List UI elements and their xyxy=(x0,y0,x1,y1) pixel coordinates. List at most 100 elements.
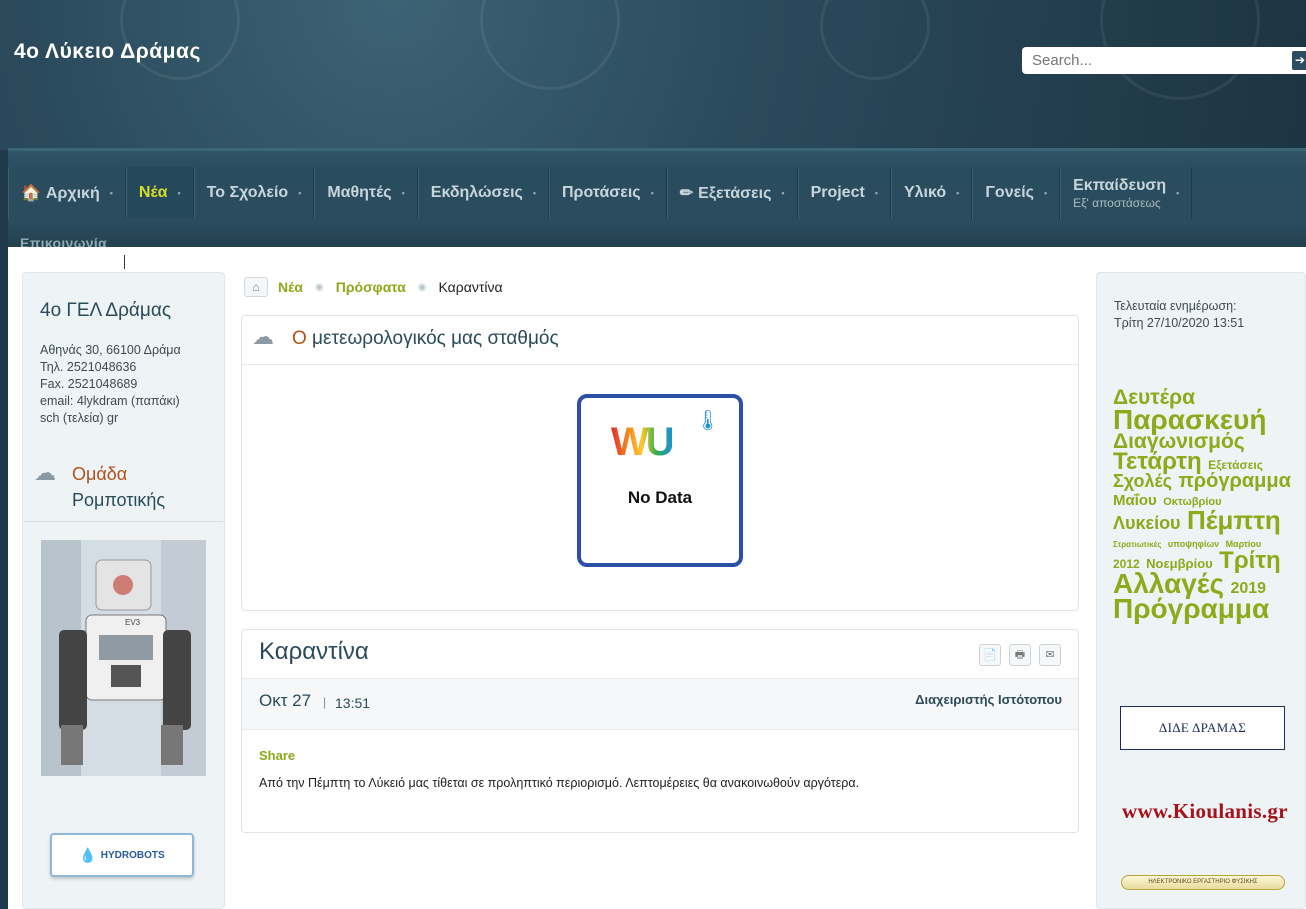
tag-link[interactable]: Πέμπτη xyxy=(1187,505,1281,535)
phone-line: Τηλ. 2521048636 xyxy=(40,360,137,374)
weather-title: Ο μετεωρολογικός μας σταθμός xyxy=(292,328,559,350)
dropdown-dot-icon: • xyxy=(177,188,181,198)
last-update-value: Τρίτη 27/10/2020 13:51 xyxy=(1114,316,1245,330)
pencil-icon: ✏ xyxy=(679,185,694,202)
tag-link[interactable]: Στρατιωτικές xyxy=(1113,540,1161,549)
article-title[interactable]: Καραντίνα xyxy=(259,638,369,666)
nav-item-9[interactable]: Γονείς • xyxy=(972,167,1061,219)
nav-item-7[interactable]: Project • xyxy=(797,167,891,219)
nav-item-content: Το Σχολείο xyxy=(207,184,289,202)
tag-link[interactable]: Πρόγραμμα xyxy=(1113,593,1269,624)
nav-item-2[interactable]: Το Σχολείο • xyxy=(193,167,315,219)
robot-screen-label: EV3 xyxy=(125,618,141,627)
dropdown-dot-icon: • xyxy=(956,188,960,198)
article-meta: Οκτ 27 | 13:51 Διαχειριστής Ιστότοπου xyxy=(242,678,1078,730)
divider xyxy=(24,521,223,522)
nav-item-content: Εκδηλώσεις xyxy=(431,184,523,202)
tag-link[interactable]: πρόγραμμα xyxy=(1178,470,1290,492)
address-line: Αθηνάς 30, 66100 Δράμα xyxy=(40,343,181,357)
nav-item-label: Μαθητές xyxy=(327,184,392,201)
nav-item-label: Προτάσεις xyxy=(561,184,641,201)
nav-item-8[interactable]: Υλικό • xyxy=(890,167,973,219)
site-header xyxy=(0,0,1306,150)
article-author: Διαχειριστής Ιστότοπου xyxy=(915,692,1062,707)
nav-item-label: Γονείς xyxy=(985,184,1034,201)
dropdown-dot-icon: • xyxy=(1043,188,1048,198)
email-icon[interactable]: ✉ xyxy=(1039,644,1061,666)
breadcrumb-link-nea[interactable]: Νέα xyxy=(278,279,303,295)
email-line-2: sch (τελεία) gr xyxy=(40,411,119,425)
weather-title-o: Ο xyxy=(292,328,307,349)
tag-link[interactable]: Τρίτη xyxy=(1219,547,1281,574)
nav-item-6[interactable]: ✏ Εξετάσεις • xyxy=(666,167,798,219)
nav-item-label: Εξετάσεις xyxy=(698,185,772,202)
nav-item-label: Αρχική xyxy=(45,185,100,202)
nav-item-1[interactable]: Νέα • xyxy=(125,167,194,219)
cloud-swirl-icon: ☁ xyxy=(34,460,56,485)
breadcrumb-sep: ◉ xyxy=(315,281,324,293)
weather-panel: ☁ Ο μετεωρολογικός μας σταθμός WU 🌡 No D… xyxy=(241,315,1079,611)
main-nav: 🏠 Αρχική • Νέα • Το Σχολείο • Μαθητές • Εκδηλώσει… xyxy=(8,167,1193,219)
robotics-title[interactable]: Ομάδα Ρομποτικής xyxy=(72,461,165,513)
fax-line: Fax. 2521048689 xyxy=(40,377,138,391)
nav-item-0[interactable]: 🏠 Αρχική • xyxy=(8,167,126,219)
hydrobots-banner[interactable]: 💧 HYDROBOTS xyxy=(50,833,194,877)
dropdown-dot-icon: • xyxy=(781,188,785,198)
nav-item-10[interactable]: Εκπαίδευση Εξ' αποστάσεως • xyxy=(1060,167,1193,219)
kioulanis-banner[interactable]: www.Kioulanis.gr xyxy=(1122,799,1288,824)
search-input[interactable] xyxy=(1022,47,1306,74)
wu-logo: WU xyxy=(611,420,675,464)
breadcrumb-link-prosfata[interactable]: Πρόσφατα xyxy=(336,279,406,295)
weather-title-rest: μετεωρολογικός μας σταθμός xyxy=(306,328,559,349)
search-button[interactable]: ➔ xyxy=(1292,51,1306,70)
article-date: Οκτ 27 xyxy=(259,691,312,710)
cloud-swirl-icon: ☁ xyxy=(252,324,274,349)
nav-item-sublabel: Εξ' αποστάσεως xyxy=(1073,195,1161,210)
nav-item-3[interactable]: Μαθητές • xyxy=(314,167,418,219)
water-drop-icon: 💧 xyxy=(79,846,97,863)
no-data-label: No Data xyxy=(627,488,693,507)
tag-link[interactable]: Μαΐου xyxy=(1113,492,1157,509)
text-cursor xyxy=(124,255,125,269)
weather-station-icon: 🌡 xyxy=(695,410,721,432)
nav-item-label: Project xyxy=(810,184,865,201)
physics-lab-banner[interactable]: ΗΛΕΚΤΡΟΝΙΚΟ ΕΡΓΑΣΤΗΡΙΟ ΦΥΣΙΚΗΣ xyxy=(1121,875,1285,890)
print-icon[interactable]: 🖶 xyxy=(1009,644,1031,666)
share-link[interactable]: Share xyxy=(259,748,295,763)
email-line: email: 4lykdram (παπάκι) xyxy=(40,394,180,408)
robotics-title-2: Ρομποτικής xyxy=(72,490,166,510)
article-panel: Καραντίνα 📄 🖶 ✉ Οκτ 27 | 13:51 Διαχειρισ… xyxy=(241,629,1079,833)
pdf-icon[interactable]: 📄 xyxy=(979,644,1001,666)
robot-illustration xyxy=(41,540,206,776)
home-icon[interactable]: ⌂ xyxy=(244,277,268,297)
nav-item-content: ✏ Εξετάσεις xyxy=(680,183,772,203)
dide-dramas-banner[interactable]: ΔΙΔΕ ΔΡΑΜΑΣ xyxy=(1120,706,1285,750)
robotics-title-1: Ομάδα xyxy=(72,464,128,484)
tag-link[interactable]: υποψηφίων xyxy=(1168,539,1219,549)
breadcrumb-current: Καραντίνα xyxy=(438,279,503,295)
article-time: 13:51 xyxy=(335,695,371,711)
nav-item-5[interactable]: Προτάσεις • xyxy=(548,167,667,219)
nav-item-label: Εκδηλώσεις xyxy=(430,184,523,201)
divider xyxy=(242,364,1078,365)
dropdown-dot-icon: • xyxy=(298,188,302,198)
nav-item-4[interactable]: Εκδηλώσεις • xyxy=(417,167,549,219)
nav-item-content: Προτάσεις xyxy=(562,184,641,202)
nav-item-content: Υλικό xyxy=(904,184,946,202)
nav-item-label: Εκπαίδευση xyxy=(1073,176,1167,194)
tag-link[interactable]: Σχολές xyxy=(1113,471,1172,491)
nav-item-content: 🏠 Αρχική xyxy=(21,183,100,203)
nav-item-content: Project xyxy=(811,184,865,202)
nav-item-label: Το Σχολείο xyxy=(206,184,289,201)
tag-link[interactable]: Λυκείου xyxy=(1113,513,1181,533)
last-update-label: Τελευταία ενημέρωση: xyxy=(1114,299,1237,313)
article-body: Από την Πέμπτη το Λύκειό μας τίθεται σε … xyxy=(259,776,860,790)
robot-photo[interactable]: EV3 xyxy=(41,540,206,776)
tag-cloud: Δευτέρα Παρασκευή Διαγωνισμός Τετάρτη Εξ… xyxy=(1113,387,1293,624)
breadcrumb-sep: ◉ xyxy=(417,281,427,293)
school-name: 4ο ΓΕΛ Δράμας xyxy=(40,300,171,321)
hydrobots-label: HYDROBOTS xyxy=(100,849,165,861)
weather-underground-widget[interactable]: WU 🌡 No Data xyxy=(577,394,743,567)
nav-item-content: Νέα xyxy=(139,184,168,202)
site-title[interactable]: 4ο Λύκειο Δράμας xyxy=(14,40,201,64)
